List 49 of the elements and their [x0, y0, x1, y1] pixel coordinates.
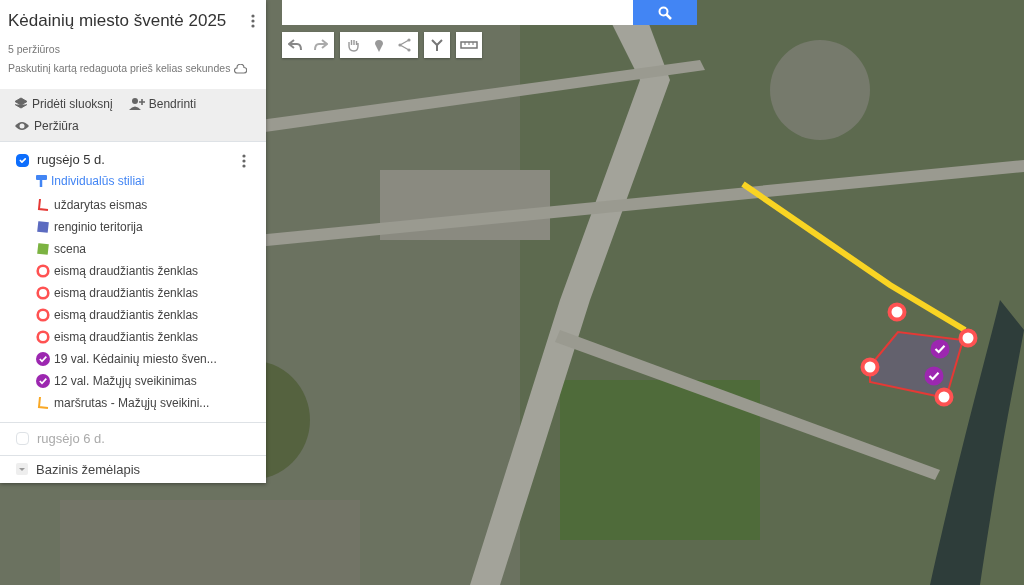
- feature-item[interactable]: eismą draudžiantis ženklas: [54, 284, 199, 302]
- toolbar-action[interactable]: Bendrinti: [128, 95, 197, 113]
- search-button[interactable]: [633, 0, 697, 25]
- search-icon: [658, 5, 672, 20]
- ruler-button[interactable]: [456, 32, 482, 58]
- add-person-icon: [128, 97, 145, 111]
- feature-item[interactable]: eismą draudžiantis ženklas: [54, 328, 199, 346]
- line-icon: [398, 38, 412, 52]
- style-link[interactable]: Individualūs stiliai: [51, 172, 145, 190]
- cloud-icon: [234, 64, 248, 75]
- eye-icon: [14, 119, 30, 133]
- layer-checkbox[interactable]: [16, 153, 29, 167]
- check-marker-icon[interactable]: [924, 366, 944, 386]
- feature-item[interactable]: 12 val. Mažųjų sveikinimas: [54, 372, 197, 390]
- feature-item[interactable]: maršrutas - Mažųjų sveikini...: [54, 394, 210, 412]
- layer-name[interactable]: rugsėjo 5 d.: [37, 150, 230, 170]
- feature-item[interactable]: scena: [54, 240, 87, 258]
- ruler-icon: [460, 41, 478, 49]
- directions-button[interactable]: [424, 32, 450, 58]
- hand-tool-button[interactable]: [340, 32, 366, 58]
- map-title: Kėdainių miesto šventė 2025: [8, 10, 228, 32]
- feature-item[interactable]: eismą draudžiantis ženklas: [54, 306, 199, 324]
- ring-marker-icon[interactable]: [887, 302, 907, 322]
- redo-button[interactable]: [308, 32, 334, 58]
- feature-item[interactable]: renginio teritorija: [54, 218, 143, 236]
- feature-item[interactable]: eismą draudžiantis ženklas: [54, 262, 199, 280]
- paint-roller-icon: [36, 174, 47, 188]
- ring-marker-icon[interactable]: [958, 328, 978, 348]
- feature-item[interactable]: uždarytas eismas: [54, 196, 148, 214]
- view-count: 5 peržiūros: [8, 41, 61, 57]
- redo-icon: [314, 39, 328, 51]
- edit-status: Paskutinį kartą redaguota prieš kelias sekundes: [8, 61, 231, 77]
- toolbar-action[interactable]: Peržiūra: [14, 117, 252, 135]
- expand-icon[interactable]: [16, 463, 28, 476]
- ring-marker-icon[interactable]: [860, 357, 880, 377]
- undo-button[interactable]: [282, 32, 308, 58]
- hand-icon: [346, 38, 360, 52]
- line-tool-button[interactable]: [392, 32, 418, 58]
- pin-icon: [374, 38, 384, 52]
- more-icon: [242, 153, 246, 168]
- feature-item[interactable]: 19 val. Kėdainių miesto šven...: [54, 350, 217, 368]
- undo-icon: [288, 39, 302, 51]
- check-marker-icon[interactable]: [930, 339, 950, 359]
- layers-icon: [14, 97, 28, 111]
- more-icon: [251, 13, 256, 28]
- base-map-toggle[interactable]: Bazinis žemėlapis: [36, 459, 141, 479]
- toolbar-action[interactable]: Pridėti sluoksnį: [14, 95, 113, 113]
- ring-marker-icon[interactable]: [934, 387, 954, 407]
- fork-icon: [430, 38, 444, 52]
